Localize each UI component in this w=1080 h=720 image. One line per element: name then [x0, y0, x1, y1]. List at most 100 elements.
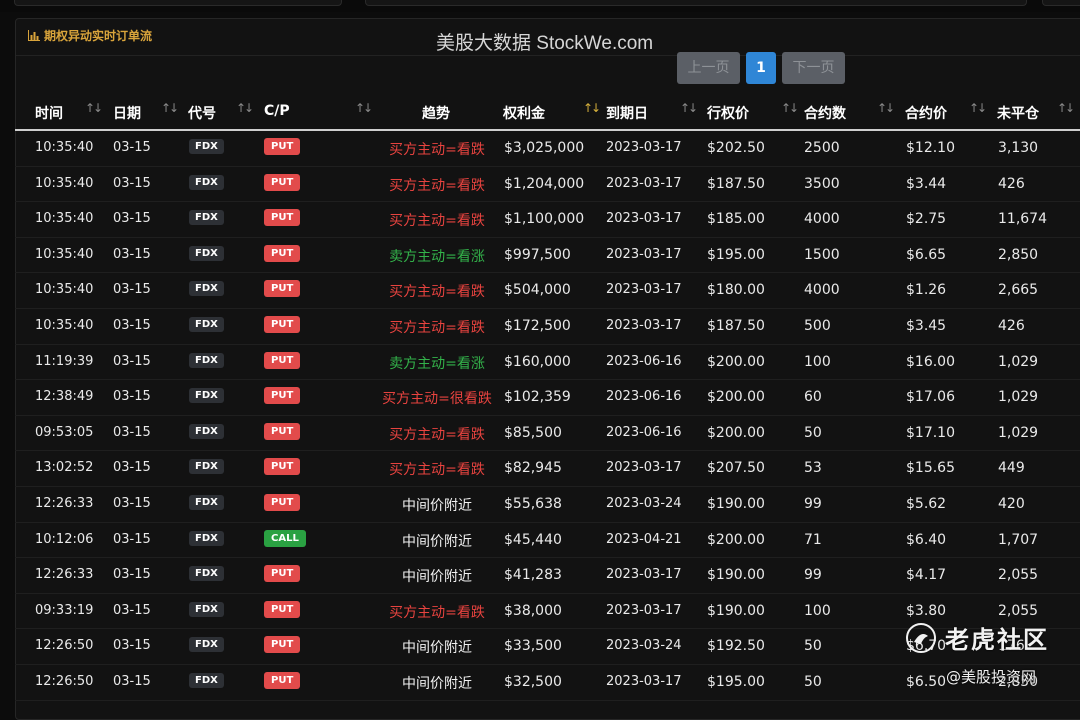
sort-icon[interactable]: ↑↓	[236, 101, 254, 115]
symbol-tag[interactable]: FDX	[189, 281, 224, 297]
sort-icon[interactable]: ↑↓	[781, 101, 799, 115]
symbol-tag[interactable]: FDX	[189, 210, 224, 226]
table-row[interactable]: 12:26:33 03-15 FDX PUT 中间价附近 $55,638 2023-03-2…	[15, 487, 1080, 523]
cell-trend: 中间价附近	[402, 675, 472, 692]
cell-price: $3.80	[906, 602, 947, 619]
cell-premium: $3,025,000	[504, 140, 585, 156]
sort-icon[interactable]: ↑↓	[680, 101, 698, 115]
cell-expiry: 2023-06-16	[606, 389, 682, 405]
cell-time: 13:02:52	[35, 460, 94, 476]
cell-date: 03-15	[113, 246, 151, 262]
table-row[interactable]: 10:12:06 03-15 FDX CALL 中间价附近 $45,440 2023-04-…	[15, 523, 1080, 559]
sort-icon[interactable]: ↑↓	[161, 101, 179, 115]
top-strip	[0, 0, 1080, 12]
symbol-tag[interactable]: FDX	[189, 245, 224, 261]
symbol-tag[interactable]: FDX	[189, 530, 224, 546]
header-symbol[interactable]: 代号	[188, 103, 216, 123]
header-expiry[interactable]: 到期日	[606, 103, 648, 123]
table-row[interactable]: 10:35:40 03-15 FDX PUT 买方主动=看跌 $504,000 2023-0…	[15, 273, 1080, 309]
cell-time: 10:35:40	[35, 282, 94, 298]
cell-time: 10:35:40	[35, 211, 94, 227]
bar-chart-icon	[28, 30, 40, 41]
sort-icon[interactable]: ↑↓	[1057, 101, 1075, 115]
table-body: 10:35:40 03-15 FDX PUT 买方主动=看跌 $3,025,000 2023…	[15, 131, 1080, 701]
cell-trend: 买方主动=看跌	[389, 604, 485, 621]
cell-date: 03-15	[113, 602, 151, 618]
cell-time: 10:35:40	[35, 246, 94, 262]
header-time[interactable]: 时间	[35, 103, 63, 123]
table-row[interactable]: 09:53:05 03-15 FDX PUT 买方主动=看跌 $85,500 2023-06…	[15, 416, 1080, 452]
table-row[interactable]: 11:19:39 03-15 FDX PUT 卖方主动=看涨 $160,000 2023-0…	[15, 345, 1080, 381]
symbol-tag[interactable]: FDX	[189, 316, 224, 332]
cell-premium: $1,204,000	[504, 175, 585, 192]
cp-badge: PUT	[264, 600, 301, 618]
table-row[interactable]: 10:35:40 03-15 FDX PUT 卖方主动=看涨 $997,500 2023-0…	[15, 238, 1080, 274]
cell-trend: 中间价附近	[402, 533, 472, 550]
cell-date: 03-15	[113, 389, 151, 405]
cell-expiry: 2023-03-17	[606, 246, 682, 262]
table-row[interactable]: 10:35:40 03-15 FDX PUT 买方主动=看跌 $1,100,000 2023…	[15, 202, 1080, 238]
next-page-button[interactable]: 下一页	[782, 52, 845, 84]
cell-time: 11:19:39	[35, 353, 94, 369]
symbol-tag[interactable]: FDX	[189, 388, 224, 404]
symbol-tag[interactable]: FDX	[189, 566, 224, 582]
cp-badge: PUT	[264, 565, 301, 583]
cell-trend: 买方主动=看跌	[389, 426, 485, 443]
prev-page-button[interactable]: 上一页	[677, 52, 740, 84]
cell-time: 12:26:33	[35, 495, 94, 511]
header-premium[interactable]: 权利金	[503, 103, 545, 123]
cell-time: 09:33:19	[35, 602, 94, 618]
cell-premium: $32,500	[504, 673, 562, 690]
cell-date: 03-15	[113, 317, 151, 333]
symbol-tag[interactable]: FDX	[189, 672, 224, 688]
symbol-tag[interactable]: FDX	[189, 139, 224, 154]
cell-expiry: 2023-06-16	[606, 424, 682, 440]
cell-contracts: 71	[804, 531, 822, 548]
table-row[interactable]: 12:38:49 03-15 FDX PUT 买方主动=很看跌 $102,359 2023-…	[15, 380, 1080, 416]
cell-premium: $41,283	[504, 567, 562, 584]
header-strike[interactable]: 行权价	[707, 103, 749, 123]
header-cp[interactable]: C/P	[264, 103, 290, 119]
cell-oi: 426	[998, 175, 1025, 192]
table-row[interactable]: 10:35:40 03-15 FDX PUT 买方主动=看跌 $3,025,000 2023…	[15, 131, 1080, 167]
header-price[interactable]: 合约价	[905, 103, 947, 123]
symbol-tag[interactable]: FDX	[189, 637, 224, 653]
symbol-tag[interactable]: FDX	[189, 352, 224, 368]
cell-trend: 买方主动=看跌	[389, 319, 485, 336]
symbol-tag[interactable]: FDX	[189, 423, 224, 439]
cell-expiry: 2023-03-17	[606, 673, 682, 689]
sort-icon[interactable]: ↑↓	[85, 101, 103, 115]
cell-strike: $200.00	[707, 424, 765, 441]
table-row[interactable]: 10:35:40 03-15 FDX PUT 买方主动=看跌 $172,500 2023-0…	[15, 309, 1080, 345]
symbol-tag[interactable]: FDX	[189, 174, 224, 190]
cell-trend: 中间价附近	[402, 569, 472, 586]
header-contracts[interactable]: 合约数	[804, 103, 846, 123]
cell-expiry: 2023-03-17	[606, 211, 682, 227]
symbol-tag[interactable]: FDX	[189, 459, 224, 475]
page-1-button[interactable]: 1	[746, 52, 776, 84]
sort-active-icon[interactable]: ↑↓	[583, 101, 601, 115]
table-row[interactable]: 12:26:50 03-15 FDX PUT 中间价附近 $32,500 2023-03-1…	[15, 665, 1080, 701]
cell-price: $12.10	[906, 140, 955, 156]
header-oi[interactable]: 未平仓	[997, 103, 1039, 123]
cell-contracts: 50	[804, 638, 822, 655]
cell-time: 09:53:05	[35, 424, 94, 440]
sort-icon[interactable]: ↑↓	[877, 101, 895, 115]
cell-contracts: 50	[804, 424, 822, 441]
cell-strike: $200.00	[707, 389, 765, 406]
table-row[interactable]: 10:35:40 03-15 FDX PUT 买方主动=看跌 $1,204,000 2023…	[15, 167, 1080, 203]
cell-strike: $202.50	[707, 140, 765, 156]
sort-icon[interactable]: ↑↓	[969, 101, 987, 115]
cp-badge: PUT	[264, 422, 301, 440]
cp-badge: PUT	[264, 280, 301, 298]
cell-contracts: 500	[804, 317, 831, 334]
table-row[interactable]: 12:26:33 03-15 FDX PUT 中间价附近 $41,283 2023-03-1…	[15, 558, 1080, 594]
symbol-tag[interactable]: FDX	[189, 601, 224, 617]
cell-date: 03-15	[113, 353, 151, 369]
header-date[interactable]: 日期	[113, 103, 141, 123]
cell-trend: 中间价附近	[402, 640, 472, 657]
symbol-tag[interactable]: FDX	[189, 494, 224, 510]
sort-icon[interactable]: ↑↓	[355, 101, 373, 115]
table-row[interactable]: 13:02:52 03-15 FDX PUT 买方主动=看跌 $82,945 2023-03…	[15, 451, 1080, 487]
cell-premium: $33,500	[504, 638, 562, 655]
